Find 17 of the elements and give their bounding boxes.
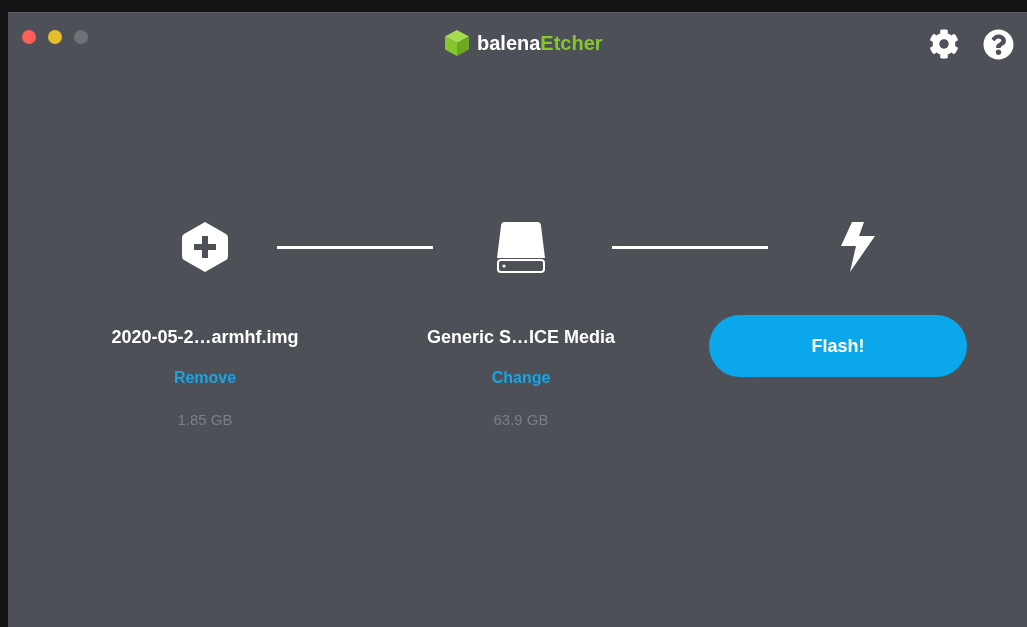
change-link[interactable]: Change bbox=[491, 369, 551, 387]
drive-name: Generic S…ICE Media bbox=[426, 327, 616, 348]
settings-button[interactable] bbox=[929, 28, 959, 60]
settings-icon bbox=[929, 28, 959, 59]
remove-link[interactable]: Remove bbox=[173, 369, 237, 387]
add-image-icon bbox=[180, 220, 230, 274]
product-name: Etcher bbox=[540, 31, 603, 55]
brand-name: balena bbox=[477, 31, 541, 55]
help-button[interactable] bbox=[983, 28, 1014, 60]
help-icon bbox=[983, 28, 1014, 60]
window-control-button[interactable] bbox=[22, 30, 36, 44]
window-control-button[interactable] bbox=[48, 30, 62, 44]
flash-button[interactable]: Flash! bbox=[709, 315, 967, 377]
lightning-bolt-icon bbox=[840, 221, 876, 273]
drive-icon bbox=[495, 220, 547, 274]
image-file-name: 2020-05-2…armhf.img bbox=[111, 327, 299, 348]
cube-logo-icon bbox=[444, 29, 470, 57]
